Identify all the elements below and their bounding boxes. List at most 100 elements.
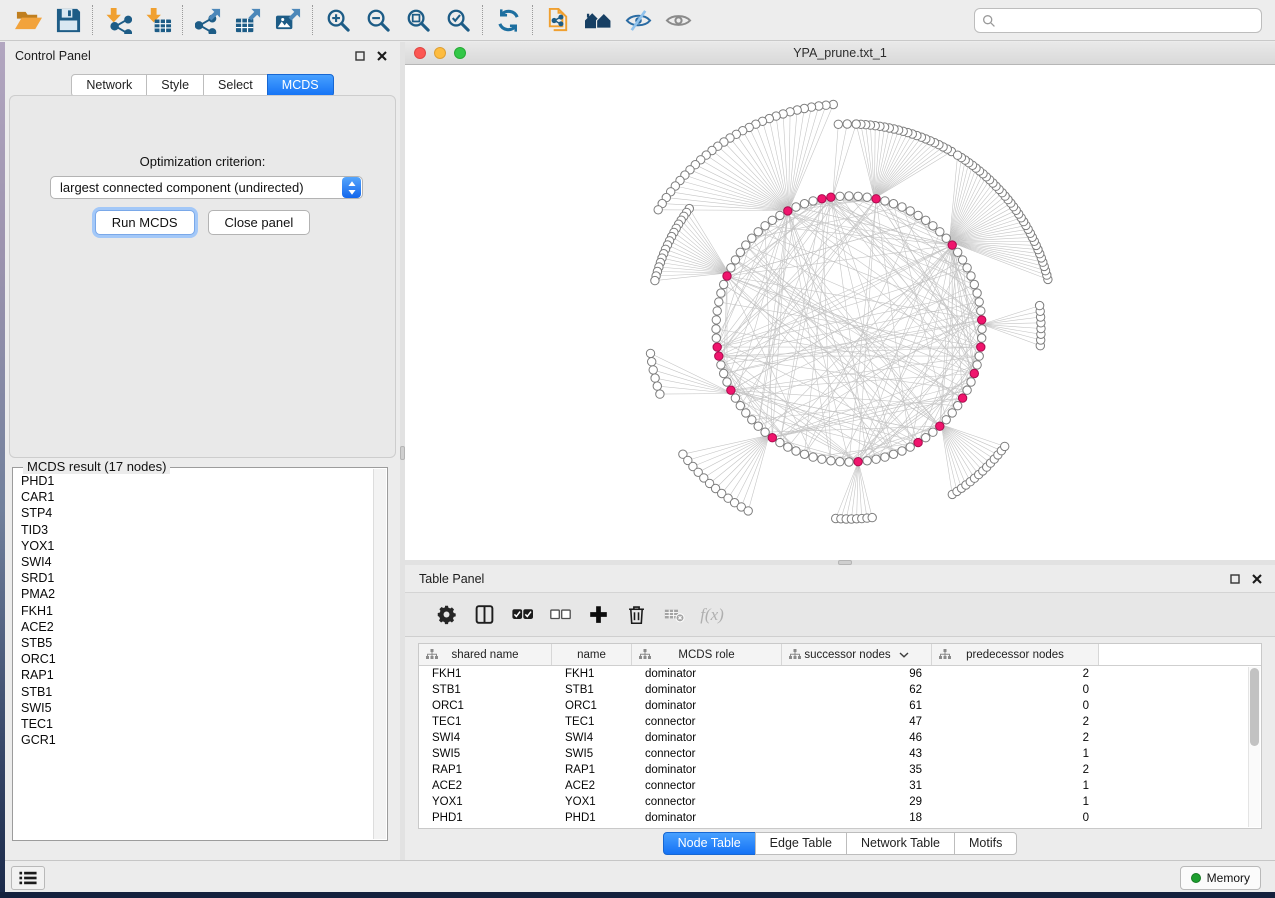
mcds-result-title: MCDS result (17 nodes) [23,459,170,474]
gear-icon [436,604,457,625]
trash-icon [626,604,647,625]
column-header-successor-nodes[interactable]: successor nodes [782,644,932,665]
mcds-node-item[interactable]: FKH1 [21,603,373,619]
optimization-criterion-select[interactable]: largest connected component (undirected) [50,176,363,199]
table-header-row: shared namenameMCDS rolesuccessor nodesp… [419,644,1261,666]
hide-selected-button[interactable] [618,3,658,37]
control-panel: Control Panel NetworkStyleSelectMCDS Opt… [5,42,400,860]
delete-columns-button[interactable] [617,597,655,633]
mcds-node-item[interactable]: PMA2 [21,586,373,602]
zoom-selected-button[interactable] [438,3,478,37]
close-panel-button[interactable] [1249,571,1265,587]
search-box[interactable] [974,8,1262,33]
network-canvas[interactable] [405,65,1275,561]
open-file-button[interactable] [8,3,48,37]
column-header-shared-name[interactable]: shared name [419,644,552,665]
mcds-list-scrollbar[interactable] [373,469,386,839]
window-close-icon[interactable] [414,47,426,59]
show-column-panel-button[interactable] [465,597,503,633]
select-all-columns-button[interactable] [503,597,541,633]
table-row[interactable]: YOX1YOX1connector291 [419,794,1261,810]
criterion-selected-value: largest connected component (undirected) [51,180,342,195]
tab-edge-table[interactable]: Edge Table [755,832,847,855]
search-input[interactable] [1001,13,1254,29]
save-session-button[interactable] [48,3,88,37]
unselect-all-columns-button[interactable] [541,597,579,633]
float-panel-button[interactable] [1227,571,1243,587]
column-header-name[interactable]: name [552,644,632,665]
network-graph[interactable] [405,65,1275,561]
memory-status-icon [1191,873,1201,883]
close-mcds-panel-button[interactable]: Close panel [208,210,311,235]
first-neighbors-button[interactable] [578,3,618,37]
zoom-in-button[interactable] [318,3,358,37]
export-image-icon [275,7,302,34]
table-row[interactable]: SWI4SWI4dominator462 [419,730,1261,746]
mcds-node-item[interactable]: STP4 [21,505,373,521]
import-table-icon [145,7,172,34]
mcds-node-item[interactable]: SWI4 [21,554,373,570]
column-header-predecessor-nodes[interactable]: predecessor nodes [932,644,1099,665]
tab-motifs[interactable]: Motifs [954,832,1017,855]
refresh-icon [495,7,522,34]
table-options-button[interactable] [427,597,465,633]
mcds-node-item[interactable]: ACE2 [21,619,373,635]
select-stepper-icon [342,177,361,198]
table-row[interactable]: TEC1TEC1connector472 [419,714,1261,730]
network-window: YPA_prune.txt_1 [405,42,1275,560]
box-pair-icon [550,604,571,625]
tab-style[interactable]: Style [146,74,204,97]
task-history-button[interactable] [11,866,45,890]
table-panel: Table Panel f(x) shared namenameMCDS rol… [405,565,1275,860]
mcds-node-item[interactable]: TID3 [21,522,373,538]
eye-icon [665,7,692,34]
tab-select[interactable]: Select [203,74,268,97]
table-scrollbar[interactable] [1248,667,1260,827]
table-row[interactable]: ACE2ACE2connector311 [419,778,1261,794]
table-row[interactable]: STB1STB1dominator620 [419,682,1261,698]
mcds-node-item[interactable]: YOX1 [21,538,373,554]
mcds-node-item[interactable]: SWI5 [21,700,373,716]
table-row[interactable]: RAP1RAP1dominator352 [419,762,1261,778]
table-row[interactable]: FKH1FKH1dominator962 [419,666,1261,682]
zoom-fit-button[interactable] [398,3,438,37]
run-mcds-button[interactable]: Run MCDS [95,210,195,235]
sort-desc-icon [899,652,909,658]
network-window-titlebar[interactable]: YPA_prune.txt_1 [405,42,1275,65]
import-table-button[interactable] [138,3,178,37]
scrollbar-thumb[interactable] [1250,668,1259,746]
import-network-button[interactable] [98,3,138,37]
window-zoom-icon[interactable] [454,47,466,59]
export-image-button[interactable] [268,3,308,37]
mcds-node-item[interactable]: RAP1 [21,667,373,683]
tab-network-table[interactable]: Network Table [846,832,955,855]
mcds-node-item[interactable]: STB1 [21,684,373,700]
table-row[interactable]: ORC1ORC1dominator610 [419,698,1261,714]
mcds-node-item[interactable]: GCR1 [21,732,373,748]
close-panel-button[interactable] [374,48,390,64]
window-minimize-icon[interactable] [434,47,446,59]
refresh-button[interactable] [488,3,528,37]
mcds-result-list[interactable]: PHD1CAR1STP4TID3YOX1SWI4SRD1PMA2FKH1ACE2… [14,473,373,839]
mcds-node-item[interactable]: PHD1 [21,473,373,489]
copy-network-button[interactable] [538,3,578,37]
memory-button[interactable]: Memory [1180,866,1261,890]
table-row[interactable]: SWI5SWI5connector431 [419,746,1261,762]
mcds-node-item[interactable]: TEC1 [21,716,373,732]
mcds-node-item[interactable]: ORC1 [21,651,373,667]
float-panel-button[interactable] [352,48,368,64]
mcds-node-item[interactable]: CAR1 [21,489,373,505]
tab-mcds[interactable]: MCDS [267,74,334,97]
tab-network[interactable]: Network [71,74,147,97]
table-row[interactable]: PHD1PHD1dominator180 [419,810,1261,826]
mcds-node-item[interactable]: STB5 [21,635,373,651]
export-network-button[interactable] [188,3,228,37]
show-all-button[interactable] [658,3,698,37]
zoom-out-button[interactable] [358,3,398,37]
create-column-button[interactable] [579,597,617,633]
tab-node-table[interactable]: Node Table [663,832,756,855]
main-toolbar [0,0,1275,41]
column-header-MCDS-role[interactable]: MCDS role [632,644,782,665]
mcds-node-item[interactable]: SRD1 [21,570,373,586]
export-table-button[interactable] [228,3,268,37]
